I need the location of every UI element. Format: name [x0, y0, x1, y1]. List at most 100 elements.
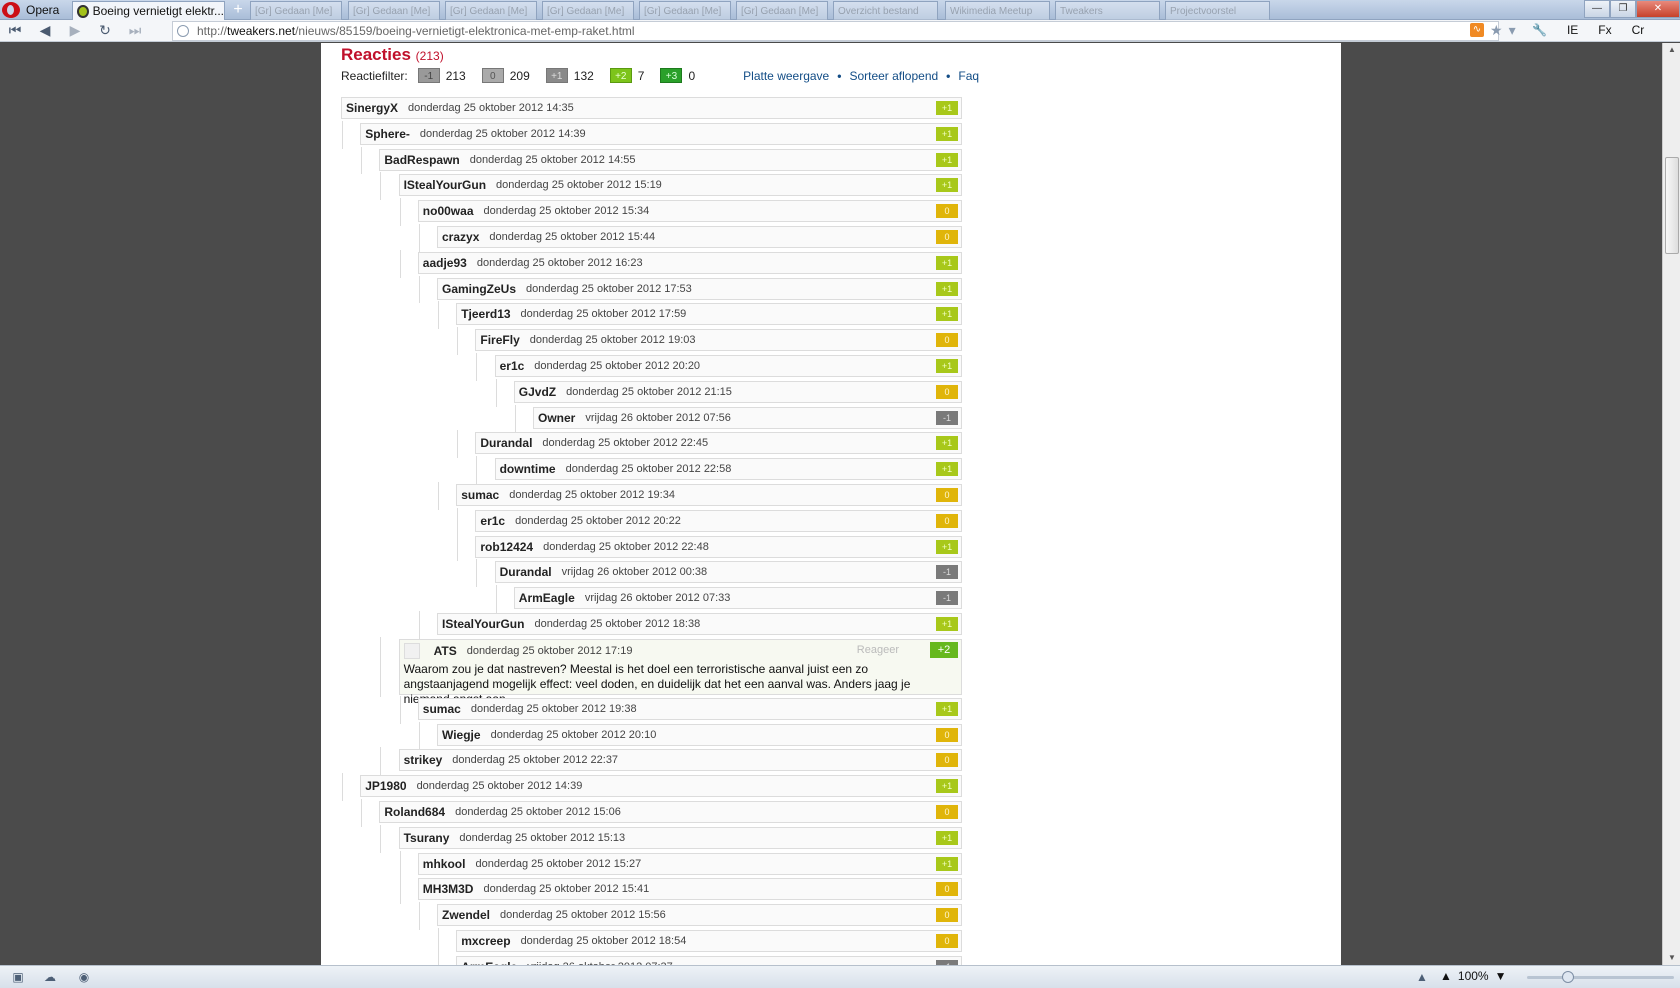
tab-background[interactable]: [Gr] Gedaan [Me]	[542, 1, 634, 20]
tab-background[interactable]: [Gr] Gedaan [Me]	[736, 1, 828, 20]
address-field[interactable]: http://tweakers.net/nieuws/85159/boeing-…	[172, 21, 1499, 41]
comment-row[interactable]: Durandal donderdag 25 oktober 2012 22:45 +…	[475, 432, 962, 455]
tab-background[interactable]: Tweakers	[1055, 1, 1160, 20]
tab-background[interactable]: Projectvoorstel	[1165, 1, 1270, 20]
comment-row[interactable]: er1c donderdag 25 oktober 2012 20:22 0	[475, 509, 962, 532]
scrollbar-thumb[interactable]	[1665, 157, 1679, 254]
flat-view-link[interactable]: Platte weergave	[743, 69, 829, 83]
comment-row[interactable]: ArmEagle vrijdag 26 oktober 2012 07:33 -1	[513, 587, 962, 610]
comment-row[interactable]: er1c donderdag 25 oktober 2012 20:20 +1	[494, 355, 962, 377]
filter-badge[interactable]: +3	[660, 68, 683, 83]
faq-link[interactable]: Faq	[958, 69, 979, 83]
comment-author[interactable]: rob12424	[480, 540, 533, 554]
comment-row[interactable]: JP1980 donderdag 25 oktober 2012 14:39 +1	[360, 775, 962, 798]
comment-author[interactable]: aadje93	[423, 256, 467, 270]
comment-row[interactable]: Tjeerd13 donderdag 25 oktober 2012 17:59 +…	[456, 303, 962, 326]
tab-active[interactable]: Boeing vernietigt elektr...	[72, 1, 225, 20]
comment-author[interactable]: Tjeerd13	[461, 307, 510, 321]
tool-cr[interactable]: Cr	[1632, 23, 1645, 37]
comment-author[interactable]: Sphere-	[365, 127, 410, 141]
comment-row[interactable]: crazyx donderdag 25 oktober 2012 15:44 0	[437, 226, 962, 248]
comment-row[interactable]: strikey donderdag 25 oktober 2012 22:37 0	[398, 749, 962, 772]
comment-row[interactable]: mhkool donderdag 25 oktober 2012 15:27 +1	[417, 852, 962, 875]
dropdown-arrow-icon[interactable]: ▾	[1509, 23, 1516, 37]
wrench-icon[interactable]: 🔧	[1532, 23, 1547, 37]
comment-author[interactable]: Owner	[538, 411, 575, 425]
comment-author[interactable]: no00waa	[423, 204, 474, 218]
zoom-control[interactable]: ▲ 100% ▼	[1440, 969, 1506, 983]
comment-author[interactable]: Zwendel	[442, 908, 490, 922]
filter-badge[interactable]: +2	[609, 68, 632, 83]
sort-descending-link[interactable]: Sorteer aflopend	[849, 69, 938, 83]
comment-author[interactable]: Tsurany	[404, 831, 450, 845]
unite-cloud-icon[interactable]: ☁	[42, 970, 58, 984]
comment-author[interactable]: ATS	[434, 644, 457, 658]
comment-row[interactable]: sumac donderdag 25 oktober 2012 19:38 +1	[417, 697, 962, 720]
comment-author[interactable]: Roland684	[384, 805, 445, 819]
comment-author[interactable]: downtime	[500, 462, 556, 476]
collapse-up-icon[interactable]: ▲	[1414, 970, 1430, 984]
rss-feed-icon[interactable]: ∿	[1470, 23, 1484, 37]
zoom-slider-track[interactable]	[1527, 976, 1674, 979]
comment-author[interactable]: SinergyX	[346, 101, 398, 115]
opera-menu-button[interactable]: Opera	[0, 0, 68, 20]
tab-background[interactable]: [Gr] Gedaan [Me]	[639, 1, 731, 20]
comment-author[interactable]: MH3M3D	[423, 882, 474, 896]
comment-author[interactable]: sumac	[461, 488, 499, 502]
comment-row[interactable]: IStealYourGun donderdag 25 oktober 2012 1…	[437, 613, 962, 635]
comment-row[interactable]: Zwendel donderdag 25 oktober 2012 15:56 0	[437, 904, 962, 927]
zoom-slider-knob[interactable]	[1562, 971, 1574, 983]
restore-button[interactable]: ❐	[1610, 0, 1636, 18]
tab-background[interactable]: Wikimedia Meetup	[945, 1, 1050, 20]
tab-background[interactable]: [Gr] Gedaan [Me]	[445, 1, 537, 20]
filter-badge[interactable]: +1	[545, 68, 568, 83]
rewind-icon[interactable]: ⏮	[0, 21, 30, 41]
comment-author[interactable]: er1c	[480, 514, 505, 528]
comment-author[interactable]: BadRespawn	[384, 153, 459, 167]
comment-author[interactable]: GamingZeUs	[442, 282, 516, 296]
comment-row[interactable]: MH3M3D donderdag 25 oktober 2012 15:41 0	[417, 878, 962, 901]
reply-link[interactable]: Reageer	[857, 644, 899, 656]
comment-author[interactable]: FireFly	[480, 333, 519, 347]
comment-row[interactable]: aadje93 donderdag 25 oktober 2012 16:23 +1	[417, 251, 962, 274]
comment-row[interactable]: downtime donderdag 25 oktober 2012 22:58 +…	[494, 458, 962, 481]
avatar[interactable]	[403, 642, 420, 659]
vertical-scrollbar[interactable]: ▲ ▼	[1662, 43, 1680, 965]
comment-author[interactable]: mxcreep	[461, 934, 510, 948]
scroll-up-icon[interactable]: ▲	[1663, 43, 1680, 57]
comment-author[interactable]: er1c	[500, 359, 525, 373]
comment-row[interactable]: GJvdZ donderdag 25 oktober 2012 21:15 0	[513, 380, 962, 403]
comment-author[interactable]: mhkool	[423, 857, 466, 871]
reload-icon[interactable]: ↻	[90, 21, 120, 41]
new-tab-button[interactable]: +	[229, 2, 247, 18]
filter-badge[interactable]: 0	[481, 68, 504, 83]
comment-row[interactable]: Durandal vrijdag 26 oktober 2012 00:38 -1	[494, 561, 962, 584]
tool-fx[interactable]: Fx	[1598, 23, 1611, 37]
comment-row[interactable]: BadRespawn donderdag 25 oktober 2012 14:5…	[379, 148, 962, 171]
comment-row[interactable]: rob12424 donderdag 25 oktober 2012 22:48 +…	[475, 535, 962, 558]
comment-row[interactable]: IStealYourGun donderdag 25 oktober 2012 1…	[398, 174, 962, 197]
comment-author[interactable]: Durandal	[480, 436, 532, 450]
comment-row[interactable]: sumac donderdag 25 oktober 2012 19:34 0	[456, 484, 962, 506]
turbo-icon[interactable]: ◉	[76, 970, 92, 984]
forward-icon[interactable]: ▶	[60, 21, 90, 41]
comment-author[interactable]: strikey	[404, 753, 443, 767]
close-window-button[interactable]: ✕	[1636, 0, 1680, 18]
tab-background[interactable]: Overzicht bestand	[833, 1, 938, 20]
comment-row[interactable]: Tsurany donderdag 25 oktober 2012 15:13 +1	[398, 826, 962, 849]
comment-row[interactable]: Wiegje donderdag 25 oktober 2012 20:10 0	[437, 723, 962, 746]
minimize-button[interactable]: —	[1584, 0, 1610, 18]
comment-author[interactable]: Wiegje	[442, 728, 481, 742]
tool-ie[interactable]: IE	[1567, 23, 1578, 37]
comment-author[interactable]: GJvdZ	[519, 385, 556, 399]
comment-row[interactable]: Sphere-donderdag 25 oktober 2012 14:39 +1	[360, 122, 962, 145]
comment-author[interactable]: JP1980	[365, 779, 406, 793]
comment-row[interactable]: GamingZeUs donderdag 25 oktober 2012 17:5…	[437, 277, 962, 300]
comment-author[interactable]: IStealYourGun	[404, 178, 486, 192]
comment-author[interactable]: ArmEagle	[519, 591, 575, 605]
back-icon[interactable]: ◀	[30, 21, 60, 41]
tab-background[interactable]: [Gr] Gedaan [Me]	[250, 1, 342, 20]
comment-author[interactable]: sumac	[423, 702, 461, 716]
filter-badge[interactable]: -1	[417, 68, 440, 83]
comment-author[interactable]: Durandal	[500, 565, 552, 579]
